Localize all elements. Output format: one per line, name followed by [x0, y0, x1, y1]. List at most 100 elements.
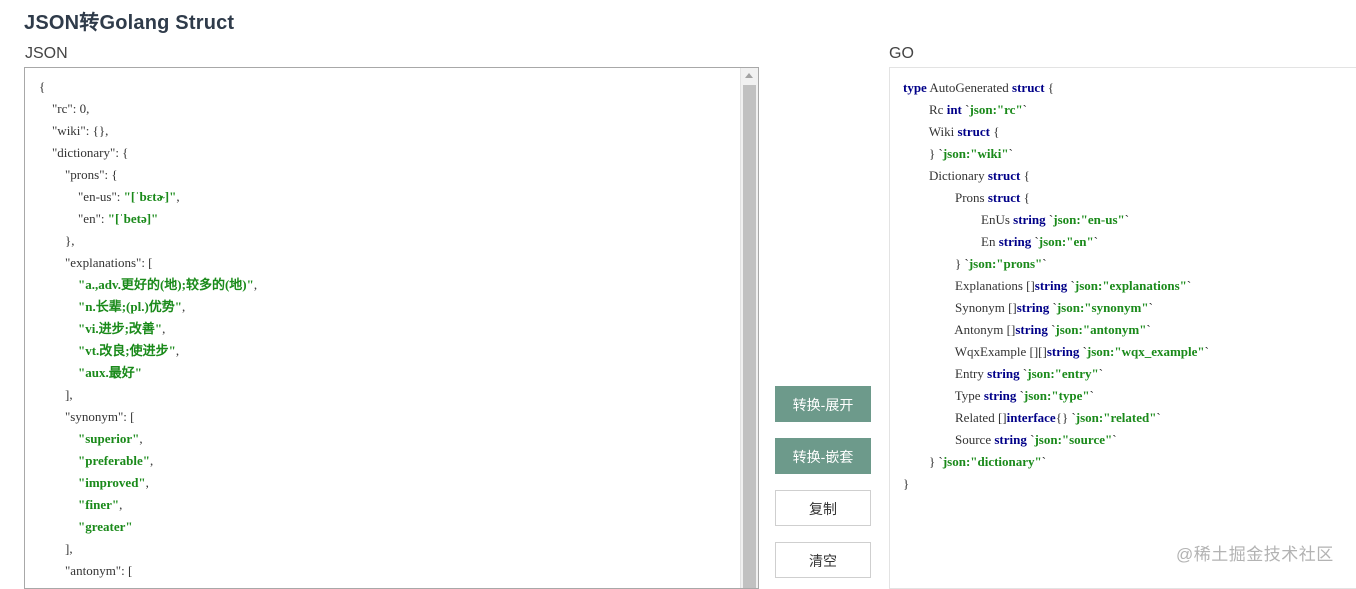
code-token: json:"wiki"	[942, 146, 1009, 161]
code-token: `	[1148, 300, 1153, 315]
copy-button[interactable]: 复制	[775, 490, 871, 526]
code-token: `	[1093, 234, 1099, 249]
code-token: string	[983, 388, 1017, 403]
code-token: "[ˈbetə]"	[107, 211, 159, 226]
json-code-line: "a.,adv.更好的(地);较多的(地)",	[39, 274, 740, 296]
code-token: ,	[149, 453, 154, 468]
code-token: "a.,adv.更好的(地);较多的(地)"	[78, 277, 254, 292]
go-code-line: WqxExample [][]string `json:"wqx_example…	[903, 341, 1209, 363]
code-token: Rc	[903, 102, 947, 117]
code-token: WqxExample [][]	[903, 344, 1047, 359]
go-panel-label: GO	[889, 45, 914, 62]
json-code-line: ],	[39, 384, 740, 406]
json-code-line: },	[39, 230, 740, 252]
code-token: int	[946, 102, 962, 117]
code-token: string	[1046, 344, 1080, 359]
code-token: json:"en"	[1038, 234, 1094, 249]
code-token: `	[1016, 388, 1024, 403]
code-token: `	[1008, 146, 1013, 161]
code-token: "greater"	[78, 519, 133, 534]
json-code-area[interactable]: { "rc": 0, "wiki": {}, "dictionary": { "…	[25, 68, 740, 588]
go-code-line: Source string `json:"source"`	[903, 429, 1209, 451]
code-token: ,	[176, 189, 180, 204]
code-token: json:"rc"	[969, 102, 1023, 117]
go-code-line: }	[903, 473, 1209, 495]
json-code-line: "improved",	[39, 472, 740, 494]
code-token: "aux.最好"	[78, 365, 142, 380]
json-code-line: "n.长辈;(pl.)优势",	[39, 296, 740, 318]
code-token: `	[1079, 344, 1087, 359]
code-token: `	[1049, 300, 1057, 315]
go-code-line: } `json:"dictionary"`	[903, 451, 1209, 473]
code-token: `	[1156, 410, 1161, 425]
code-token: } `	[903, 146, 943, 161]
code-token: ,	[119, 497, 123, 512]
code-token: json:"entry"	[1027, 366, 1099, 381]
code-token: } `	[903, 256, 969, 271]
go-code-line: Antonym []string `json:"antonym"`	[903, 319, 1209, 341]
clear-button[interactable]: 清空	[775, 542, 871, 578]
go-code-line: type AutoGenerated struct {	[903, 77, 1209, 99]
code-token: "superior"	[78, 431, 140, 446]
go-code-line: Synonym []string `json:"synonym"`	[903, 297, 1209, 319]
code-token: `	[1042, 256, 1047, 271]
code-token: `	[1146, 322, 1151, 337]
code-token: {	[1020, 190, 1030, 205]
json-code-line: "dictionary": {	[39, 142, 740, 164]
code-token: {	[990, 124, 1000, 139]
json-code-line: "en": "[ˈbetə]"	[39, 208, 740, 230]
code-token: struct	[987, 190, 1021, 205]
code-token: "improved"	[78, 475, 146, 490]
code-token: ,	[182, 299, 186, 314]
convert-expand-button[interactable]: 转换-展开	[775, 386, 871, 422]
code-token: `	[1112, 432, 1117, 447]
code-token: "synonym": [	[39, 409, 135, 424]
json-input-editor[interactable]: { "rc": 0, "wiki": {}, "dictionary": { "…	[24, 67, 759, 589]
code-token: Prons	[903, 190, 988, 205]
go-code-line: } `json:"prons"`	[903, 253, 1209, 275]
go-code-line: Type string `json:"type"`	[903, 385, 1209, 407]
convert-nested-button[interactable]: 转换-嵌套	[775, 438, 871, 474]
code-token: json:"synonym"	[1056, 300, 1149, 315]
code-token: ,	[145, 475, 149, 490]
go-code-line: Explanations []string `json:"explanation…	[903, 275, 1209, 297]
code-token: Dictionary	[903, 168, 988, 183]
code-token: },	[39, 233, 75, 248]
go-output-panel: type AutoGenerated struct { Rc int `json…	[889, 67, 1356, 589]
code-token: "prons": {	[39, 167, 118, 182]
code-token: "vt.改良;使进步"	[78, 343, 176, 358]
json-code-line: "greater"	[39, 516, 740, 538]
go-code-line: Rc int `json:"rc"`	[903, 99, 1209, 121]
code-token: "dictionary": {	[39, 145, 129, 160]
code-token: interface	[1006, 410, 1056, 425]
code-token: json:"dictionary"	[942, 454, 1042, 469]
go-code-line: Dictionary struct {	[903, 165, 1209, 187]
code-token: struct	[957, 124, 991, 139]
code-token: "antonym": [	[39, 563, 133, 578]
scroll-up-arrow-icon[interactable]	[745, 73, 753, 78]
code-token: ,	[162, 321, 166, 336]
json-code-line: "aux.最好"	[39, 362, 740, 384]
code-token: {	[39, 79, 46, 94]
code-token: ,	[253, 277, 258, 292]
code-token: Synonym []	[903, 300, 1017, 315]
go-code-line: EnUs string `json:"en-us"`	[903, 209, 1209, 231]
code-token: string	[1015, 322, 1048, 337]
json-editor-scrollbar[interactable]	[740, 68, 758, 588]
code-token: Related []	[903, 410, 1007, 425]
json-code-line: "synonym": [	[39, 406, 740, 428]
json-panel-label: JSON	[25, 45, 68, 62]
code-token: `	[1031, 234, 1039, 249]
code-token: "rc": 0,	[39, 101, 90, 116]
code-token: struct	[987, 168, 1021, 183]
code-token: {} `	[1055, 410, 1076, 425]
code-token: string	[1034, 278, 1068, 293]
scrollbar-thumb[interactable]	[743, 85, 756, 588]
json-code-line: "rc": 0,	[39, 98, 740, 120]
code-token: `	[1186, 278, 1192, 293]
code-token: }	[903, 476, 910, 491]
code-token: json:"explanations"	[1074, 278, 1187, 293]
